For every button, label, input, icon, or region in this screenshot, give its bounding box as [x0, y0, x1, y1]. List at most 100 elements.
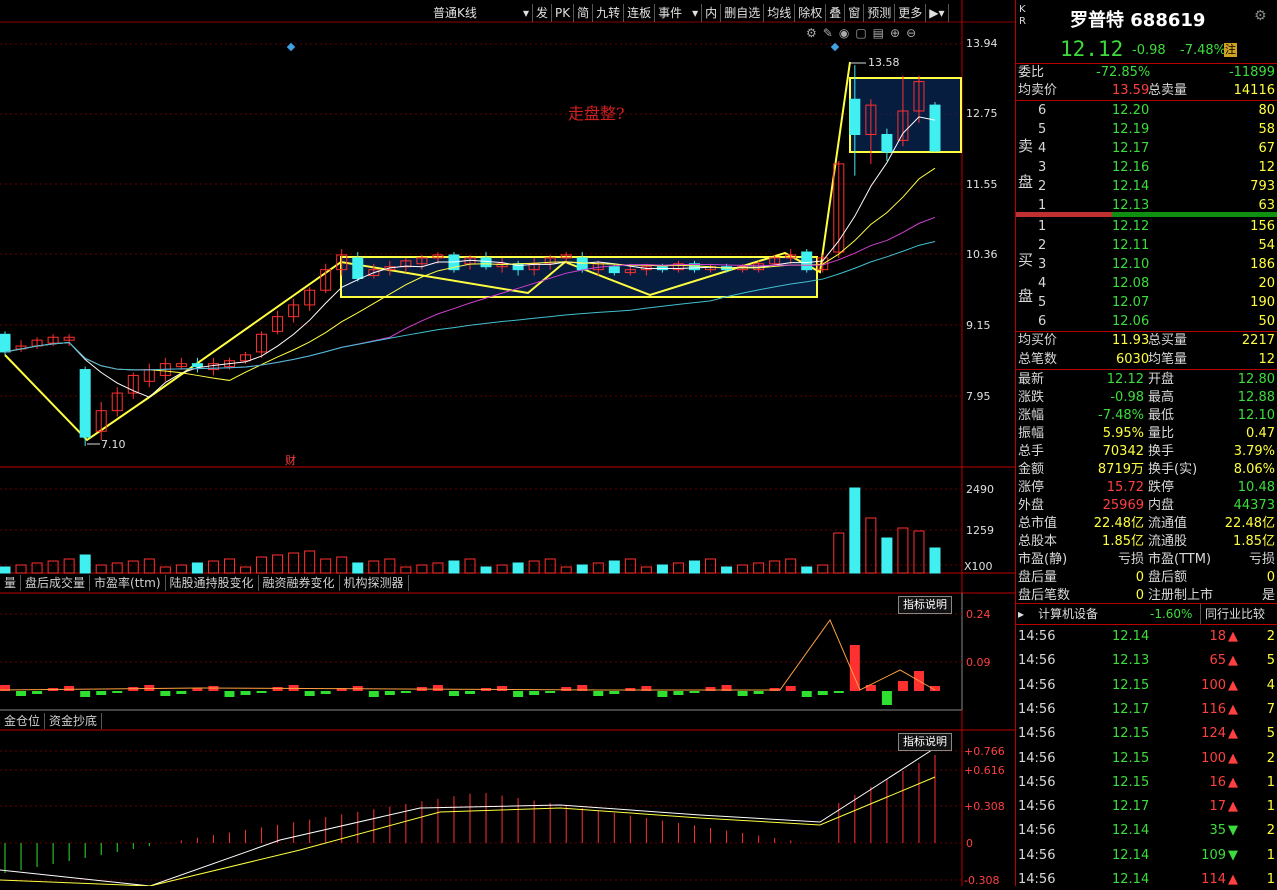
tick-volume: 100	[1201, 677, 1226, 693]
toolbar-pk[interactable]: PK	[552, 4, 575, 22]
volume-bar	[464, 558, 476, 574]
tick-time: 14:56	[1018, 629, 1056, 644]
arrow-up-icon: ▲	[1228, 701, 1238, 717]
toolbar-forecast[interactable]: 预测	[864, 4, 896, 22]
volume-bar	[240, 566, 252, 574]
toolbar-more[interactable]: 更多	[895, 4, 927, 22]
stat-row: 金额 8719万 换手(实) 8.06%	[1016, 461, 1277, 479]
sector-row[interactable]: ▸ 计算机设备 -1.60% 同行业比较	[1016, 603, 1277, 625]
indicator-bar	[400, 691, 411, 693]
total-buy-volume: 2217	[1241, 333, 1275, 348]
tick-price: 12.13	[1112, 653, 1150, 669]
stat-value: 44373	[1233, 498, 1275, 513]
print-icon[interactable]: ▤	[873, 26, 890, 40]
buy-row: 4 12.08 20	[1016, 275, 1277, 293]
indicator-help-button[interactable]: 指标说明	[898, 596, 952, 614]
toolbar-jiuzhuan[interactable]: 九转	[593, 4, 625, 22]
volume-bar	[881, 537, 893, 574]
toolbar-overlay[interactable]: 叠	[826, 4, 846, 22]
draw-icon[interactable]: ✎	[823, 26, 839, 40]
indicator-tabs-2: 金仓位 资金抄底	[0, 713, 103, 729]
stat-label: 量比	[1148, 426, 1175, 441]
eye-icon[interactable]: ◉	[839, 26, 855, 40]
high-marker: 13.58	[868, 56, 900, 69]
stat-row: 涨跌 -0.98 最高 12.88	[1016, 389, 1277, 407]
zoom-in-icon[interactable]: ⊕	[890, 26, 906, 40]
stat-label: 开盘	[1148, 372, 1175, 387]
tick-row: 14:56 12.15 100 ▲ 4	[1016, 677, 1277, 695]
toolbar-ma[interactable]: 均线	[764, 4, 796, 22]
stat-value: 8.06%	[1233, 462, 1275, 477]
stat-label: 换手(实)	[1148, 462, 1198, 477]
toolbar-send[interactable]: 发	[533, 4, 553, 22]
tick-price: 12.14	[1112, 872, 1150, 887]
buy-row: 2 12.11 54	[1016, 237, 1277, 255]
indicator-bar	[80, 691, 91, 697]
zoom-out-icon[interactable]: ⊖	[906, 26, 922, 40]
indicator-label: 0.09	[966, 656, 991, 669]
tick-time: 14:56	[1018, 774, 1056, 790]
toolbar-expand-icon[interactable]: ▶▾	[926, 4, 949, 22]
quote-panel: K R 罗普特 688619 ⚙ 12.12 -0.98 -7.48% 注 委比…	[1015, 0, 1277, 887]
indicator-bar	[112, 691, 123, 693]
indicator-bar	[737, 691, 748, 696]
gear-icon[interactable]: ⚙	[1254, 8, 1267, 24]
stat-label: 外盘	[1018, 498, 1045, 513]
toolbar-nei[interactable]: 内	[702, 4, 722, 22]
stat-label: 盘后额	[1148, 570, 1188, 585]
tick-volume: 124	[1201, 726, 1226, 742]
sector-name[interactable]: 计算机设备	[1038, 604, 1098, 624]
indicator-bar	[817, 691, 828, 695]
kline-chart[interactable]	[0, 0, 1015, 887]
tab-pe-ttm[interactable]: 市盈率(ttm)	[90, 575, 166, 591]
toolbar-remove-fav[interactable]: 删自选	[721, 4, 765, 22]
tab-margin-change[interactable]: 融资融券变化	[259, 575, 340, 591]
toolbar-event[interactable]: 事件 ▾	[655, 4, 703, 22]
indicator-bar	[224, 691, 235, 697]
stat-value: 亏损	[1117, 552, 1144, 567]
toolbar-lianban[interactable]: 连板	[624, 4, 656, 22]
tab-institution-detector[interactable]: 机构探测器	[340, 575, 409, 591]
stat-label: 总市值	[1018, 516, 1058, 531]
indicator2-label: +0.616	[964, 764, 1005, 777]
indicator-bar	[240, 691, 251, 695]
last-price: 12.12	[1060, 37, 1124, 61]
volume-bar	[400, 566, 412, 574]
tab-northbound-holdings[interactable]: 陆股通持股变化	[166, 575, 259, 591]
indicator-help-button-2[interactable]: 指标说明	[898, 733, 952, 751]
volume-bar	[833, 532, 845, 574]
chart-area[interactable]	[0, 0, 1015, 887]
tab-fund-position[interactable]: 金仓位	[0, 713, 46, 729]
total-sell-label: 总卖量	[1148, 83, 1188, 98]
lock-icon[interactable]: ▢	[855, 26, 872, 40]
volume-bar	[849, 487, 861, 574]
indicator-bar	[785, 686, 796, 691]
tick-time: 14:56	[1018, 653, 1056, 669]
toolbar-exright[interactable]: 除权	[795, 4, 827, 22]
tick-count: 4	[1266, 677, 1275, 693]
dea-line	[0, 776, 936, 887]
sell-volume: 793	[1250, 179, 1275, 194]
tick-row: 14:56 12.13 65 ▲ 5	[1016, 652, 1277, 670]
toolbar-simple[interactable]: 简	[574, 4, 594, 22]
tab-after-hours-volume[interactable]: 盘后成交量	[21, 575, 91, 591]
finance-marker[interactable]: 财	[285, 452, 296, 468]
tab-volume[interactable]: 量	[0, 575, 22, 591]
total-buy-label: 总买量	[1148, 333, 1188, 348]
toolbar-window[interactable]: 窗	[845, 4, 865, 22]
settings-icon[interactable]: ⚙	[806, 26, 823, 40]
candle-body	[929, 104, 941, 152]
price-label: 12.75	[966, 107, 998, 120]
tab-fund-bottom[interactable]: 资金抄底	[45, 713, 103, 729]
kline-type-select[interactable]: 普通K线 ▾	[430, 4, 533, 22]
sell-level: 2	[1038, 179, 1047, 194]
arrow-up-icon: ▲	[1228, 677, 1238, 693]
industry-compare-button[interactable]: 同行业比较	[1200, 604, 1265, 624]
volume-bar	[496, 564, 508, 574]
registration-tag: 注	[1224, 43, 1237, 57]
tick-count: 1	[1266, 847, 1275, 863]
candle-body	[608, 266, 620, 274]
tick-volume: 116	[1201, 701, 1226, 717]
tick-volume: 65	[1209, 653, 1226, 669]
sell-level: 6	[1038, 103, 1047, 118]
